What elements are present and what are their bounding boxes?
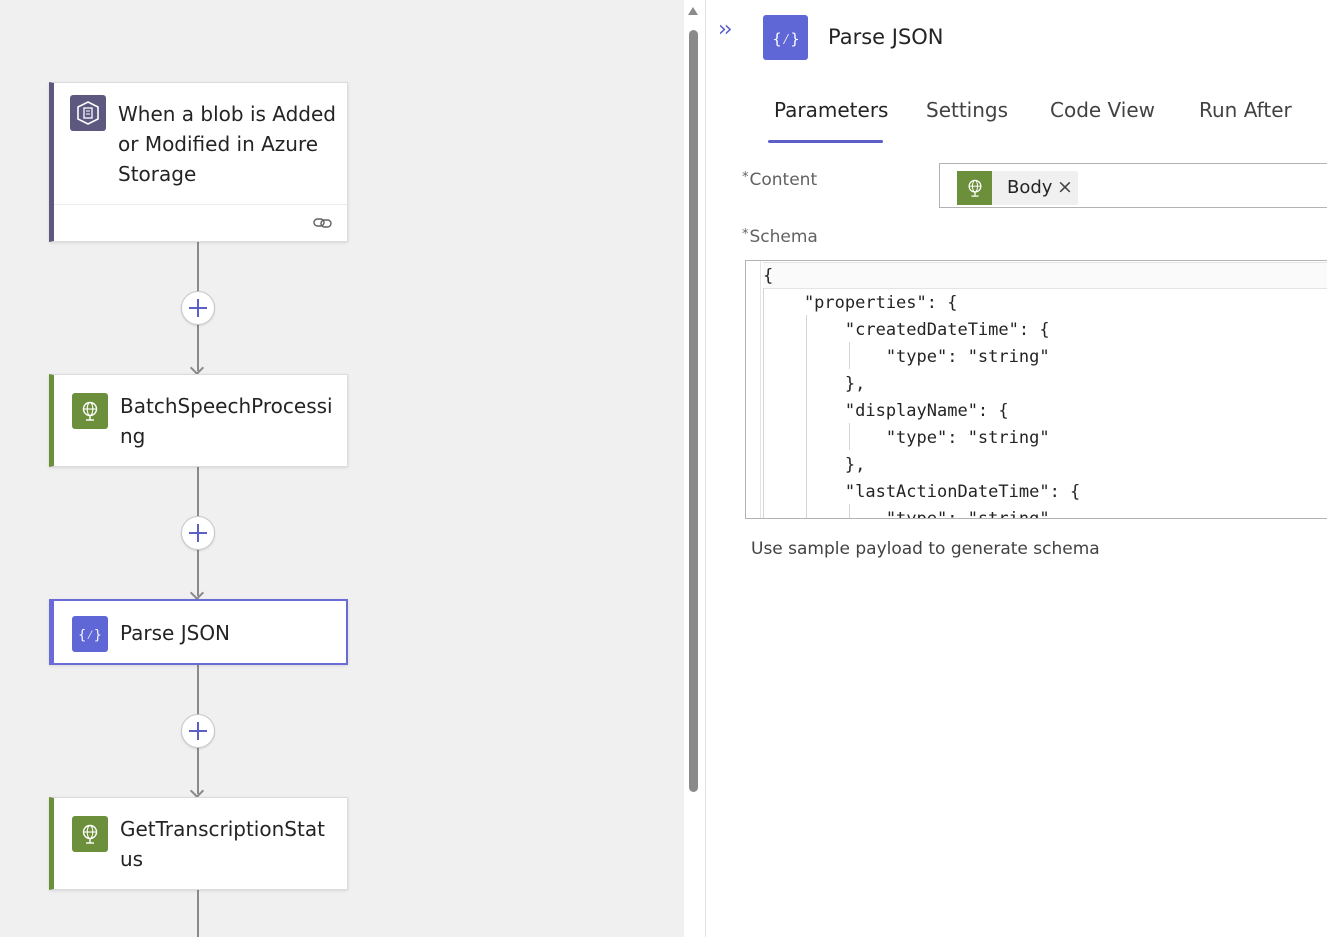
parse-json-braces-icon: {⁄} (72, 616, 108, 652)
tab-parameters[interactable]: Parameters (774, 98, 888, 122)
svg-text:{⁄}: {⁄} (773, 30, 799, 48)
content-label: *Content (742, 170, 817, 190)
action-title: Parse JSON (120, 621, 231, 645)
insert-step-button[interactable] (181, 291, 215, 325)
connector-arrow (189, 585, 205, 601)
connector-arrow (189, 783, 205, 799)
code-line: "properties": { (763, 293, 958, 313)
scrollbar-thumb[interactable] (689, 30, 698, 792)
action-card-batchspeechprocessing[interactable]: BatchSpeechProcessing (49, 374, 348, 467)
card-footer (54, 204, 347, 241)
custom-connector-globe-icon (957, 171, 992, 205)
schema-label: *Schema (742, 227, 818, 247)
code-line: "type": "string" (763, 347, 1050, 367)
insert-step-button[interactable] (181, 714, 215, 748)
required-marker: * (742, 170, 749, 185)
content-label-text: Content (749, 170, 818, 190)
code-line: { (763, 266, 774, 286)
code-line: "lastActionDateTime": { (763, 482, 1081, 502)
current-line-highlight (763, 262, 1327, 289)
connector-line (197, 889, 199, 937)
insert-step-button[interactable] (181, 516, 215, 550)
active-tab-indicator (768, 140, 883, 143)
code-line: "createdDateTime": { (763, 320, 1050, 340)
azure-blob-storage-icon (70, 95, 106, 131)
token-label: Body (1007, 177, 1053, 198)
action-card-gettranscriptionstatus[interactable]: GetTranscriptionStatus (49, 797, 348, 890)
trigger-card[interactable]: When a blob is Added or Modified in Azur… (49, 82, 348, 242)
code-line: "displayName": { (763, 401, 1009, 421)
code-line: }, (763, 455, 866, 475)
sample-payload-link[interactable]: Use sample payload to generate schema (751, 539, 1100, 559)
trigger-title: When a blob is Added or Modified in Azur… (118, 102, 336, 186)
designer-canvas[interactable]: When a blob is Added or Modified in Azur… (0, 0, 684, 937)
action-card-parse-json[interactable]: {⁄} Parse JSON (49, 599, 348, 665)
custom-connector-globe-icon (72, 816, 108, 852)
required-marker: * (742, 227, 749, 242)
tab-settings[interactable]: Settings (926, 98, 1008, 122)
collapse-panel-button[interactable]: ›› (718, 18, 733, 42)
tab-run-after[interactable]: Run After (1199, 98, 1292, 122)
scroll-up-arrow-icon[interactable] (688, 7, 698, 15)
parse-json-braces-icon: {⁄} (763, 15, 808, 60)
code-line: }, (763, 374, 866, 394)
panel-divider (705, 0, 706, 937)
link-icon[interactable] (313, 215, 333, 234)
editor-gutter (760, 261, 761, 518)
schema-code-editor[interactable]: { "properties": { "createdDateTime": { "… (745, 260, 1327, 519)
connector-arrow (189, 360, 205, 376)
action-title: GetTranscriptionStatus (120, 817, 325, 871)
dynamic-content-token[interactable]: Body × (957, 171, 1078, 205)
tab-code-view[interactable]: Code View (1050, 98, 1155, 122)
code-line: "type": "string" (763, 509, 1050, 519)
svg-text:{⁄}: {⁄} (79, 628, 101, 643)
remove-token-icon[interactable]: × (1057, 176, 1073, 198)
code-line: "type": "string" (763, 428, 1050, 448)
action-title: BatchSpeechProcessing (120, 394, 333, 448)
custom-connector-globe-icon (72, 393, 108, 429)
content-input[interactable]: Body × (939, 163, 1327, 208)
schema-label-text: Schema (749, 227, 818, 247)
panel-title[interactable]: Parse JSON (828, 25, 944, 49)
